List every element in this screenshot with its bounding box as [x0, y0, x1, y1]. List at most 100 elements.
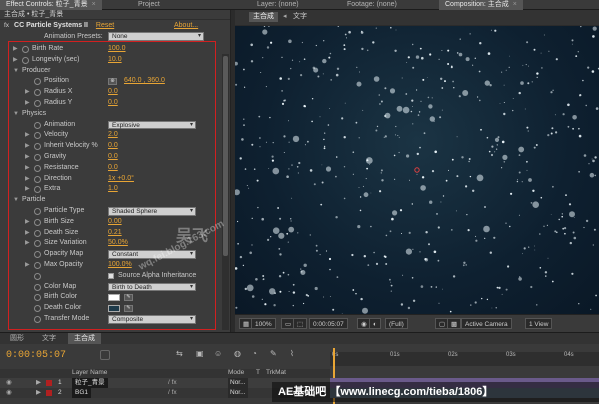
particle	[399, 209, 403, 212]
chevron-left-icon[interactable]: ◂	[283, 12, 287, 22]
tab-project[interactable]: Project	[132, 0, 166, 10]
particle	[412, 43, 414, 46]
tab-layer[interactable]: Layer: (none)	[251, 0, 305, 10]
shy-icon[interactable]: ☺	[214, 349, 222, 358]
label-color-swatch[interactable]	[46, 390, 52, 396]
particle	[554, 230, 557, 233]
particle	[594, 156, 597, 159]
ruler-label: 03s	[506, 352, 516, 358]
mask-icon[interactable]: ⬚	[293, 318, 308, 329]
tab-footage[interactable]: Footage: (none)	[341, 0, 403, 10]
particle	[250, 60, 254, 63]
comp-mini-flowchart-icon[interactable]: ⇆	[176, 349, 183, 358]
particle	[283, 152, 285, 153]
particle	[392, 210, 398, 216]
twirl-closed-icon[interactable]: ▶	[36, 378, 41, 388]
particle	[420, 185, 426, 191]
particle	[337, 26, 340, 27]
particle	[288, 291, 290, 292]
eye-icon[interactable]: ◉	[6, 388, 12, 398]
particle	[493, 236, 496, 239]
particle	[484, 237, 486, 239]
composition-viewer[interactable]	[235, 26, 599, 314]
particle	[494, 137, 500, 142]
fx-icon[interactable]: / fx	[168, 378, 177, 388]
graph-editor-icon[interactable]: ⌇	[290, 349, 294, 358]
label-color-swatch[interactable]	[46, 380, 52, 386]
particle	[568, 203, 572, 206]
particle	[362, 185, 364, 187]
tab-composition[interactable]: Composition: 主合成 ×	[439, 0, 523, 10]
particle	[264, 303, 267, 306]
comp-tab-text[interactable]: 文字	[293, 12, 307, 22]
reset-link[interactable]: Reset	[96, 22, 114, 29]
viewer-timecode[interactable]: 0:00:05:07	[309, 318, 348, 329]
particle	[461, 156, 464, 159]
transparency-icon[interactable]: ▩	[447, 318, 462, 329]
particle	[495, 148, 498, 150]
zoom-dropdown[interactable]: 100%	[251, 318, 276, 329]
particle	[393, 154, 396, 157]
fx-icon[interactable]: fx	[4, 22, 9, 29]
comp-tab-main[interactable]: 主合成	[249, 12, 278, 22]
particle	[526, 41, 529, 44]
particle	[329, 296, 331, 297]
particle	[578, 303, 580, 305]
channel-icon[interactable]: ◐	[369, 318, 381, 329]
particle	[363, 255, 366, 258]
particle	[567, 125, 570, 128]
particle	[287, 241, 289, 243]
particle	[356, 81, 362, 87]
twirl-closed-icon[interactable]: ▶	[36, 388, 41, 398]
particle	[441, 109, 443, 111]
particle	[420, 100, 422, 102]
particle	[405, 93, 408, 95]
view-layout-dropdown[interactable]: 1 View	[525, 318, 553, 329]
camera-dropdown[interactable]: Active Camera	[461, 318, 512, 329]
particle	[244, 86, 246, 88]
particle	[373, 76, 380, 82]
particle	[536, 304, 538, 306]
draft-3d-icon[interactable]: ▣	[196, 349, 204, 358]
timeline-timecode[interactable]: 0:00:05:07	[6, 350, 66, 361]
motion-blur-icon[interactable]: ◔	[252, 349, 257, 358]
particle	[352, 173, 354, 175]
mode-dropdown[interactable]: Nor...	[228, 378, 248, 388]
particle	[325, 250, 328, 252]
presets-dropdown[interactable]: None	[108, 32, 204, 41]
effect-header: fx CC Particle Systems II Reset About...	[4, 21, 224, 31]
particle	[299, 61, 301, 63]
close-icon[interactable]: ×	[513, 1, 517, 8]
particle	[346, 37, 347, 39]
particle	[522, 253, 523, 255]
particle	[279, 217, 282, 220]
particle	[437, 259, 440, 262]
fx-icon[interactable]: / fx	[168, 388, 177, 398]
particle	[303, 104, 306, 108]
close-icon[interactable]: ×	[92, 1, 96, 8]
particle	[323, 147, 326, 150]
frame-blend-icon[interactable]: ◍	[234, 349, 241, 358]
particle	[428, 243, 430, 246]
about-link[interactable]: About...	[174, 21, 198, 31]
producer-position-handle[interactable]	[414, 167, 420, 173]
particle	[476, 174, 484, 182]
layer-name[interactable]: BG1	[72, 388, 92, 398]
tab-effect-controls[interactable]: Effect Controls: 粒子_青景 ×	[0, 0, 102, 10]
brainstorm-icon[interactable]: ✎	[270, 349, 277, 358]
time-ruler[interactable]: 0s 01s 02s 03s 04s	[330, 352, 599, 366]
layer-name[interactable]: 粒子_青景	[72, 378, 108, 388]
ruler-label: 04s	[564, 352, 574, 358]
eye-icon[interactable]: ◉	[6, 378, 12, 388]
particle	[419, 251, 421, 253]
ec-scrollbar[interactable]	[222, 54, 229, 330]
search-icon[interactable]	[100, 350, 110, 360]
particle	[259, 146, 261, 148]
particle	[251, 244, 253, 246]
particle	[336, 276, 339, 278]
particle	[578, 171, 580, 173]
particle	[352, 151, 355, 153]
particle	[383, 136, 385, 138]
resolution-dropdown[interactable]: (Full)	[385, 318, 408, 329]
mode-dropdown[interactable]: Nor...	[228, 388, 248, 398]
